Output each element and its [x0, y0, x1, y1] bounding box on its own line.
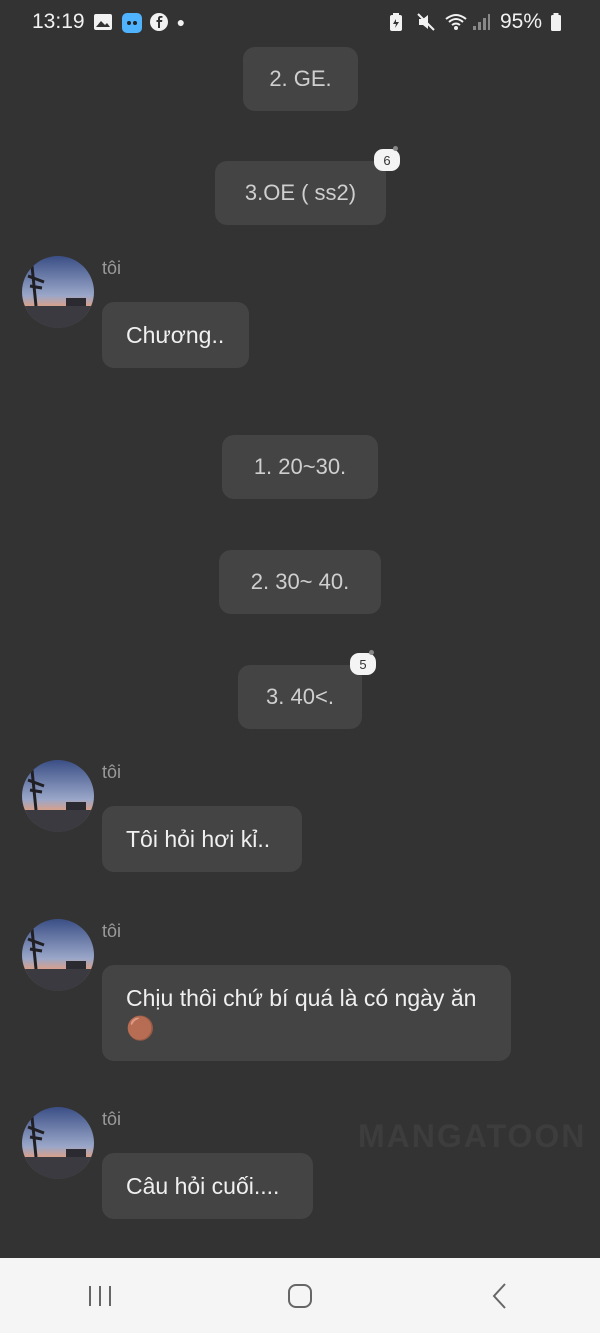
option-bubble[interactable]: 2. GE.: [243, 47, 358, 111]
app-notification-icon: [121, 12, 142, 33]
avatar[interactable]: [22, 760, 94, 832]
avatar[interactable]: [22, 919, 94, 991]
option-text: 3.OE ( ss2): [244, 180, 357, 205]
navigation-bar: [0, 1258, 600, 1333]
battery-saver-icon: [388, 12, 408, 32]
comment-count-badge[interactable]: 6: [374, 146, 400, 171]
back-button[interactable]: [470, 1276, 530, 1316]
option-bubble[interactable]: 1. 20~30.: [222, 435, 378, 499]
avatar[interactable]: [22, 256, 94, 328]
notification-dot-icon: ●: [176, 14, 186, 30]
message-bubble[interactable]: Chương..: [102, 302, 249, 368]
watermark: MANGATOON: [358, 1118, 587, 1154]
option-bubble[interactable]: 3. 40<. 5: [238, 650, 376, 729]
sender-name: tôi: [102, 762, 122, 782]
wifi-icon: [444, 12, 467, 32]
sender-name: tôi: [102, 921, 122, 941]
option-text: 2. GE.: [269, 66, 332, 91]
home-icon: [288, 1283, 312, 1308]
facebook-icon: [149, 12, 169, 32]
message-bubble[interactable]: Chịu thôi chứ bí quá là có ngày ăn 🟤: [102, 965, 511, 1061]
gallery-icon: [93, 12, 113, 32]
battery-icon: [550, 12, 570, 32]
battery-percent: 95%: [499, 10, 542, 33]
avatar[interactable]: [22, 1107, 94, 1179]
status-bar: 13:19 ● 95%: [0, 0, 600, 44]
back-icon: [492, 1282, 506, 1309]
recent-apps-button[interactable]: [70, 1276, 130, 1316]
option-text: 2. 30~ 40.: [250, 569, 350, 594]
message-bubble[interactable]: Tôi hỏi hơi kỉ..: [102, 806, 302, 872]
recent-apps-icon: [89, 1285, 111, 1306]
signal-icon: [472, 12, 492, 32]
sender-name: tôi: [102, 1109, 122, 1129]
status-time: 13:19: [32, 10, 85, 33]
option-bubble[interactable]: 3.OE ( ss2) 6: [215, 146, 400, 225]
comment-count-badge[interactable]: 5: [350, 650, 376, 675]
home-button[interactable]: [270, 1276, 330, 1316]
option-bubble[interactable]: 2. 30~ 40.: [219, 550, 381, 614]
message-bubble[interactable]: Câu hỏi cuối....: [102, 1153, 313, 1219]
sender-name: tôi: [102, 258, 122, 278]
option-text: 1. 20~30.: [253, 454, 347, 479]
mute-icon: [416, 12, 436, 32]
option-text: 3. 40<.: [266, 684, 334, 709]
